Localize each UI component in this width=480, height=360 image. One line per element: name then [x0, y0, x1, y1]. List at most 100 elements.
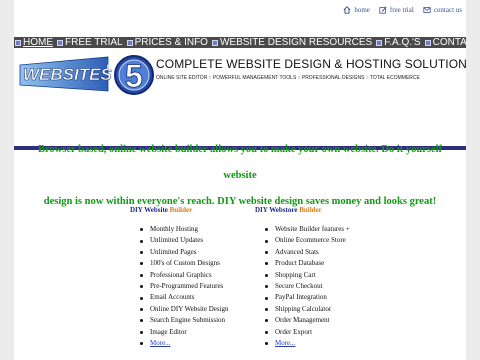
list-item: Monthly Hosting	[130, 224, 250, 235]
envelope-icon	[423, 7, 431, 13]
top-link-contact-label: contact us	[433, 6, 462, 14]
list-item: Email Accounts	[130, 292, 250, 303]
more-link[interactable]: More...	[275, 338, 295, 349]
nav-square-icon	[126, 39, 133, 46]
more-link-item: More...	[130, 338, 250, 349]
nav-square-icon	[424, 39, 431, 46]
banner-subtitle: ONLINE SITE EDITOR :: POWERFUL MANAGEMEN…	[156, 75, 420, 81]
list-item-label: Online DIY Website Design	[150, 304, 229, 313]
nav-prices-info[interactable]: PRICES & INFO	[126, 37, 211, 48]
bullet-icon	[140, 319, 143, 323]
bullet-icon	[265, 273, 268, 277]
nav-square-icon	[376, 39, 383, 46]
list-item-label: Professional Graphics	[150, 270, 212, 279]
list-item-label: Website Builder features +	[275, 225, 350, 233]
list-item: Shipping Calculator	[255, 304, 385, 315]
heading-highlight: Builder	[169, 206, 193, 214]
list-item: Professional Graphics	[130, 270, 250, 281]
list-item: 100's of Custom Designs	[130, 258, 250, 269]
list-item-label: Order Management	[275, 316, 330, 325]
top-link-free-trial[interactable]: free trial	[379, 6, 414, 14]
nav-contact-us-label: CONTACT US	[432, 37, 466, 48]
top-link-contact[interactable]: contact us	[423, 6, 462, 14]
bullet-icon	[265, 228, 268, 232]
list-item-label: Online Ecommerce Store	[275, 236, 346, 245]
bullet-icon	[140, 285, 143, 289]
column-heading: DIY Webstore Builder	[255, 206, 385, 214]
pencil-icon	[379, 6, 387, 14]
bullet-icon	[265, 250, 268, 254]
website-builder-column: DIY Website Builder Monthly Hosting Unli…	[130, 206, 250, 349]
list-item-label: Product Database	[275, 259, 325, 268]
bullet-icon	[265, 262, 268, 266]
list-item: Product Database	[255, 258, 385, 269]
logo-number: 5	[125, 58, 143, 94]
websites-in-5-logo[interactable]: WEBSITES IN 5	[16, 51, 154, 99]
bullet-icon	[140, 342, 143, 346]
nav-faqs-label: F.A.Q.'S	[384, 37, 421, 48]
list-item-label: 100's of Custom Designs	[150, 259, 220, 268]
nav-square-icon	[15, 39, 21, 46]
logo-wordmark: WEBSITES	[23, 65, 112, 84]
list-item: Image Editor	[130, 327, 250, 338]
top-link-free-trial-label: free trial	[389, 6, 414, 14]
nav-design-resources[interactable]: WEBSITE DESIGN RESOURCES	[211, 37, 375, 48]
bullet-icon	[140, 307, 143, 311]
list-item-label: Shipping Calculator	[275, 304, 332, 313]
list-item: Order Management	[255, 315, 385, 326]
list-item-label: Advanced Stats	[275, 247, 319, 256]
bullet-icon	[140, 239, 143, 243]
bullet-icon	[140, 296, 143, 300]
intro-line-1: Browser based, online website builder al…	[37, 144, 443, 181]
top-links: home free trial contact us	[343, 4, 462, 16]
site-banner: WEBSITES IN 5 COMPLETE WEBSITE DESIGN & …	[14, 49, 467, 150]
webstore-builder-column: DIY Webstore Builder Website Builder fea…	[255, 206, 385, 349]
nav-square-icon	[211, 39, 218, 46]
bullet-icon	[265, 239, 268, 243]
bullet-icon	[140, 330, 143, 334]
bullet-icon	[265, 342, 268, 346]
top-link-home-label: home	[354, 6, 370, 14]
bullet-icon	[265, 307, 268, 311]
bullet-icon	[140, 250, 143, 254]
list-item-label: PayPal Integration	[275, 293, 327, 302]
list-item-label: Image Editor	[150, 327, 187, 336]
nav-design-resources-label: WEBSITE DESIGN RESOURCES	[219, 37, 373, 48]
more-link-item: More...	[255, 338, 385, 349]
bullet-icon	[265, 319, 268, 323]
list-item: Search Engine Submission	[130, 315, 250, 326]
column-heading: DIY Website Builder	[130, 206, 250, 214]
list-item: Unlimited Pages	[130, 247, 250, 258]
nav-contact-us[interactable]: CONTACT US	[424, 37, 466, 48]
nav-faqs[interactable]: F.A.Q.'S	[375, 37, 423, 48]
house-icon	[343, 6, 351, 14]
nav-free-trial-label: FREE TRIAL	[65, 37, 123, 48]
nav-prices-info-label: PRICES & INFO	[134, 37, 208, 48]
list-item-label: Order Export	[275, 327, 313, 336]
list-item: Online DIY Website Design	[130, 304, 250, 315]
top-link-home[interactable]: home	[343, 6, 370, 14]
main-nav: HOME FREE TRIAL PRICES & INFO WEBSITE DE…	[14, 37, 466, 48]
bullet-icon	[265, 330, 268, 334]
nav-home[interactable]: HOME	[14, 37, 56, 48]
list-item: Order Export	[255, 327, 385, 338]
list-item-label: Search Engine Submission	[150, 316, 226, 325]
feature-list: Website Builder features + Online Ecomme…	[255, 224, 385, 349]
more-link[interactable]: More...	[150, 338, 170, 349]
list-item: Unlimited Updates	[130, 235, 250, 246]
list-item-label: Email Accounts	[150, 293, 195, 302]
page-frame: home free trial contact us HOME FREE TRI…	[14, 0, 467, 360]
list-item: Secure Checkout	[255, 281, 385, 292]
list-item: Pre-Programmed Features	[130, 281, 250, 292]
feature-list: Monthly Hosting Unlimited Updates Unlimi…	[130, 224, 250, 349]
bullet-icon	[140, 262, 143, 266]
list-item: Advanced Stats	[255, 247, 385, 258]
banner-title: COMPLETE WEBSITE DESIGN & HOSTING SOLUTI…	[156, 57, 467, 71]
list-item: Shopping Cart	[255, 270, 385, 281]
list-item: PayPal Integration	[255, 292, 385, 303]
bullet-icon	[140, 273, 143, 277]
bullet-icon	[265, 285, 268, 289]
list-item: Website Builder features +	[255, 224, 385, 235]
heading-main: DIY Website	[130, 206, 170, 214]
nav-free-trial[interactable]: FREE TRIAL	[56, 37, 126, 48]
